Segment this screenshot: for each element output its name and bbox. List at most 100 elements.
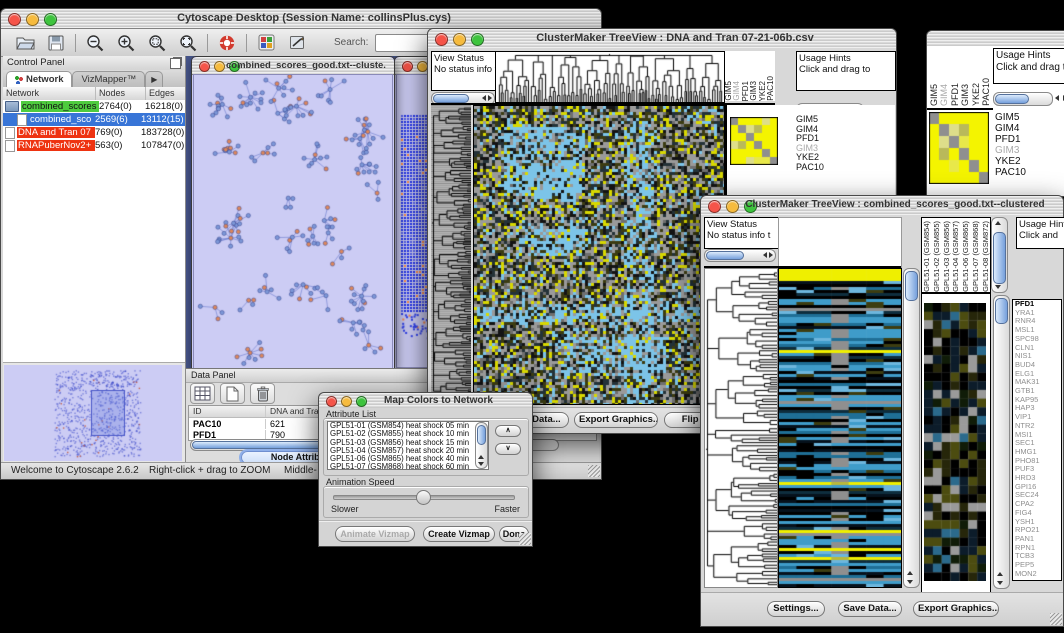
scrollbar-thumb[interactable] bbox=[477, 425, 486, 445]
settings-button[interactable]: Settings... bbox=[767, 601, 825, 617]
resize-grip[interactable] bbox=[1050, 613, 1062, 625]
scroll-down-arrow[interactable] bbox=[478, 462, 484, 466]
matrix-scrollbar[interactable] bbox=[993, 92, 1053, 106]
animate-vizmap-button[interactable]: Animate Vizmap bbox=[335, 526, 415, 542]
network-overview-canvas[interactable] bbox=[4, 365, 182, 461]
array-dendrogram-canvas[interactable] bbox=[495, 51, 725, 103]
scroll-down-arrow[interactable] bbox=[997, 581, 1003, 585]
zoom-fit-button[interactable] bbox=[176, 32, 200, 54]
array-label[interactable]: GPL51-02 (GSM855) bbox=[932, 221, 941, 292]
similarity-matrix-canvas[interactable] bbox=[730, 117, 778, 165]
network-row[interactable]: combined_scores 2764(0) 16218(0) bbox=[3, 100, 185, 113]
column-label[interactable]: PFD1 bbox=[950, 83, 960, 106]
speed-slider-thumb[interactable] bbox=[416, 490, 431, 505]
scroll-down-arrow[interactable] bbox=[907, 580, 913, 584]
gene-label[interactable]: PFD1 bbox=[995, 134, 1055, 145]
array-label[interactable]: GPL51-04 (GSM857) bbox=[951, 221, 960, 292]
dendrogram-scrollbar[interactable] bbox=[704, 249, 776, 262]
treeview-titlebar[interactable]: ClusterMaker TreeView : DNA and Tran 07-… bbox=[428, 29, 896, 49]
scrollbar-thumb[interactable] bbox=[995, 298, 1008, 324]
export-graphics-button[interactable]: Export Graphics... bbox=[574, 412, 658, 428]
resize-grip[interactable] bbox=[588, 465, 600, 477]
network-row[interactable]: combined_sco 2569(6) 13112(15) bbox=[3, 113, 185, 126]
move-down-button[interactable]: ∨ bbox=[495, 443, 521, 455]
open-file-button[interactable] bbox=[13, 32, 37, 54]
gene-dendrogram-canvas[interactable] bbox=[704, 268, 778, 588]
zoom-in-button[interactable] bbox=[114, 32, 138, 54]
float-panel-icon[interactable] bbox=[170, 58, 181, 69]
scroll-left-arrow[interactable] bbox=[1055, 95, 1059, 101]
network-row[interactable]: DNA and Tran 07 769(0) 183728(0) bbox=[3, 126, 185, 139]
dialog-titlebar[interactable]: Map Colors to Network bbox=[319, 393, 532, 409]
column-label[interactable]: PAC10 bbox=[767, 76, 775, 101]
delete-attribute-button[interactable] bbox=[250, 383, 275, 404]
network-name[interactable]: combined_scores bbox=[21, 101, 99, 112]
column-nodes[interactable]: Nodes bbox=[96, 87, 146, 100]
array-label[interactable]: GPL51-08 (GSM872) bbox=[981, 221, 990, 292]
new-attribute-button[interactable] bbox=[220, 383, 245, 404]
gene-label[interactable]: PAC10 bbox=[995, 167, 1055, 178]
scroll-up-arrow[interactable] bbox=[997, 572, 1003, 576]
heatmap-scrollbar[interactable] bbox=[903, 268, 920, 588]
gene-label[interactable]: MON2 bbox=[1013, 570, 1061, 579]
gene-label[interactable]: GIM3 bbox=[995, 145, 1055, 156]
similarity-matrix-canvas[interactable] bbox=[929, 112, 989, 184]
resize-grip[interactable] bbox=[519, 533, 531, 545]
export-graphics-button[interactable]: Export Graphics... bbox=[913, 601, 999, 617]
scrollbar-thumb[interactable] bbox=[706, 251, 744, 260]
gene-label[interactable]: PAC10 bbox=[796, 163, 846, 173]
scroll-left-arrow[interactable] bbox=[482, 95, 486, 101]
close-button[interactable] bbox=[708, 200, 721, 213]
treeview-titlebar[interactable]: ClusterMaker TreeView : combined_scores_… bbox=[701, 196, 1063, 216]
minimize-button[interactable] bbox=[341, 396, 352, 407]
tab-network[interactable]: Network bbox=[6, 71, 72, 87]
column-label[interactable]: GIM3 bbox=[750, 81, 758, 101]
scrollbar-thumb[interactable] bbox=[993, 232, 1006, 284]
scroll-right-arrow[interactable] bbox=[488, 95, 492, 101]
network-view-window[interactable]: combined_scores_good.txt--cluste... bbox=[191, 56, 395, 369]
zoom-scrollbar[interactable] bbox=[993, 295, 1010, 589]
gene-label[interactable]: YKE2 bbox=[995, 156, 1055, 167]
global-heatmap-canvas[interactable] bbox=[778, 268, 902, 588]
scroll-up-arrow[interactable] bbox=[995, 221, 1001, 225]
column-label[interactable]: PAC10 bbox=[981, 78, 991, 106]
close-button[interactable] bbox=[435, 33, 448, 46]
column-label[interactable]: GIM4 bbox=[939, 84, 949, 106]
column-edges[interactable]: Edges bbox=[146, 87, 185, 100]
column-label[interactable]: YKE2 bbox=[971, 83, 981, 106]
array-label[interactable]: GPL51-03 (GSM856) bbox=[942, 221, 951, 292]
attribute-item[interactable]: GPL51-07 (GSM868) heat shock 60 min bbox=[328, 463, 488, 470]
scroll-left-arrow[interactable] bbox=[763, 252, 767, 258]
network-name[interactable]: RNAPuberNov2+ bbox=[17, 140, 95, 151]
global-heatmap-canvas[interactable] bbox=[473, 105, 725, 405]
attribute-scrollbar[interactable] bbox=[475, 422, 488, 469]
network-name[interactable]: DNA and Tran 07 bbox=[17, 127, 95, 138]
treeview-titlebar[interactable] bbox=[927, 31, 1064, 47]
close-button[interactable] bbox=[326, 396, 337, 407]
annotation-button[interactable] bbox=[285, 32, 309, 54]
array-tree-panel[interactable] bbox=[778, 217, 902, 268]
label-scrollbar[interactable] bbox=[991, 217, 1008, 293]
scrollbar-thumb[interactable] bbox=[433, 94, 469, 103]
network-name[interactable]: combined_sco bbox=[29, 114, 95, 125]
column-label[interactable]: GIM5 bbox=[929, 84, 939, 106]
tab-vizmapper[interactable]: VizMapper™ bbox=[72, 71, 145, 87]
scroll-up-arrow[interactable] bbox=[478, 455, 484, 459]
network-view-canvas[interactable] bbox=[193, 74, 393, 369]
zoom-selected-button[interactable] bbox=[145, 32, 169, 54]
column-id[interactable]: ID bbox=[189, 406, 266, 417]
select-attributes-button[interactable] bbox=[190, 383, 215, 404]
zoom-out-button[interactable] bbox=[83, 32, 107, 54]
scroll-down-arrow[interactable] bbox=[995, 285, 1001, 289]
close-button[interactable] bbox=[8, 13, 21, 26]
zoom-heatmap-canvas[interactable] bbox=[924, 303, 986, 581]
close-button[interactable] bbox=[199, 61, 210, 72]
scroll-up-arrow[interactable] bbox=[907, 571, 913, 575]
child-titlebar[interactable]: combined_scores_good.txt--cluste... bbox=[192, 57, 394, 75]
array-label[interactable]: GPL51-01 (GSM854) bbox=[922, 221, 931, 292]
move-up-button[interactable]: ∧ bbox=[495, 425, 521, 437]
scroll-right-arrow[interactable] bbox=[769, 252, 773, 258]
gene-dendrogram-canvas[interactable] bbox=[431, 105, 471, 403]
main-titlebar[interactable]: Cytoscape Desktop (Session Name: collins… bbox=[1, 9, 601, 29]
array-label[interactable]: GPL51-07 (GSM868) bbox=[971, 221, 980, 292]
